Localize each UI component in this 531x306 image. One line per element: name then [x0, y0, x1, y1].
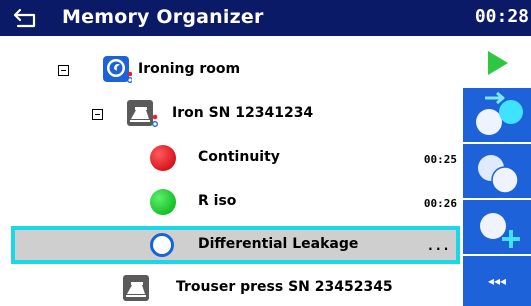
title-bar: Memory Organizer 00:28: [0, 0, 531, 36]
appliance-label: Trouser press SN 23452345: [176, 279, 393, 295]
copy-test-button[interactable]: [463, 144, 531, 200]
tree-row-test[interactable]: R iso 00:26: [0, 184, 463, 222]
start-test-button[interactable]: [463, 36, 531, 88]
play-icon: [488, 51, 508, 75]
tree-row-test-selected[interactable]: Differential Leakage ...: [11, 226, 460, 264]
appliance-label: Iron SN 12341234: [172, 105, 314, 121]
test-label: Continuity: [198, 149, 280, 165]
iron-icon: [123, 275, 149, 301]
page-title: Memory Organizer: [62, 6, 264, 28]
tree-row-test[interactable]: Continuity 00:25: [0, 140, 463, 178]
clone-test-button[interactable]: [463, 88, 531, 144]
clone-icon: [476, 91, 523, 135]
back-arrow-icon[interactable]: [12, 6, 40, 30]
test-time: ...: [426, 239, 450, 254]
collapse-toggle[interactable]: [92, 109, 103, 120]
pass-status-icon: [150, 189, 176, 215]
collapse-toggle[interactable]: [58, 65, 69, 76]
iron-icon: [127, 100, 158, 127]
test-time: 00:25: [423, 153, 457, 166]
add-icon: [480, 213, 520, 248]
fail-status-icon: [150, 145, 176, 171]
test-label: R iso: [198, 193, 237, 209]
tree-row-location[interactable]: Ironing room: [0, 52, 463, 88]
test-label: Differential Leakage: [198, 236, 359, 252]
add-test-button[interactable]: [463, 200, 531, 256]
more-arrows-icon: ◂◂◂: [487, 274, 507, 288]
action-sidebar: ◂◂◂: [463, 36, 531, 306]
location-label: Ironing room: [138, 61, 241, 77]
memory-tree: Ironing room Iron SN 12341234 Continuity…: [0, 36, 463, 306]
tree-row-appliance[interactable]: Iron SN 12341234: [0, 94, 463, 134]
copy-icon: [478, 155, 519, 194]
empty-status-icon: [150, 233, 174, 257]
tree-row-appliance[interactable]: Trouser press SN 23452345: [0, 272, 463, 306]
clock: 00:28: [474, 6, 529, 27]
location-icon: [103, 56, 132, 83]
more-button[interactable]: ◂◂◂: [463, 256, 531, 306]
test-time: 00:26: [423, 197, 457, 210]
